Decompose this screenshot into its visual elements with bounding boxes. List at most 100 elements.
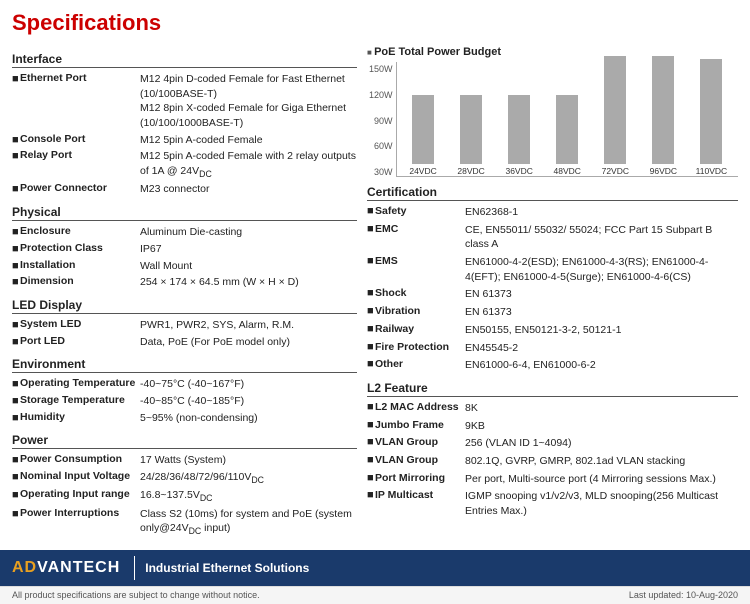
- bullet-icon: ■: [12, 150, 20, 162]
- bullet-icon: ■: [367, 341, 375, 353]
- value-nominal-voltage: 24/28/36/48/72/96/110VDC: [140, 470, 357, 486]
- bullet-icon: ■: [367, 305, 375, 317]
- spec-safety: ■ Safety EN62368-1: [367, 205, 738, 220]
- section-certification: Certification: [367, 185, 738, 201]
- value-other: EN61000-6-4, EN61000-6-2: [465, 358, 738, 373]
- bar-36vdc-label: 36VDC: [505, 166, 532, 176]
- label-nominal-voltage: Nominal Input Voltage: [20, 470, 140, 482]
- value-jumbo-frame: 9KB: [465, 419, 738, 434]
- spec-shock: ■ Shock EN 61373: [367, 287, 738, 302]
- spec-vibration: ■ Vibration EN 61373: [367, 305, 738, 320]
- spec-op-range: ■ Operating Input range 16.8~137.5VDC: [12, 488, 357, 504]
- label-st-temp: Storage Temperature: [20, 394, 140, 406]
- bullet-icon: ■: [367, 472, 375, 484]
- value-emc: CE, EN55011/ 55032/ 55024; FCC Part 15 S…: [465, 223, 738, 252]
- y-label-60: 60W: [369, 141, 393, 151]
- bar-96vdc: 96VDC: [641, 56, 686, 176]
- value-op-range: 16.8~137.5VDC: [140, 488, 357, 504]
- value-ethernet-port: M12 4pin D-coded Female for Fast Etherne…: [140, 72, 357, 131]
- bar-96vdc-rect: [652, 56, 674, 164]
- bar-48vdc-rect: [556, 95, 578, 164]
- bullet-icon: ■: [12, 276, 20, 288]
- value-enclosure: Aluminum Die-casting: [140, 225, 357, 240]
- footer-logo: ADVANTECH: [12, 559, 120, 577]
- logo-vantech: VANTECH: [37, 559, 120, 576]
- label-protection: Protection Class: [20, 242, 140, 254]
- spec-l2-mac: ■ L2 MAC Address 8K: [367, 401, 738, 416]
- bar-28vdc-rect: [460, 95, 482, 164]
- label-op-temp: Operating Temperature: [20, 377, 140, 389]
- spec-protection: ■ Protection Class IP67: [12, 242, 357, 257]
- bullet-icon: ■: [367, 255, 375, 267]
- value-fire-protection: EN45545-2: [465, 341, 738, 356]
- value-protection: IP67: [140, 242, 357, 257]
- spec-port-led: ■ Port LED Data, PoE (For PoE model only…: [12, 335, 357, 350]
- bar-28vdc: 28VDC: [449, 95, 494, 176]
- value-dimension: 254 × 174 × 64.5 mm (W × H × D): [140, 275, 357, 290]
- bar-48vdc: 48VDC: [545, 95, 590, 176]
- bar-110vdc-label: 110VDC: [696, 166, 728, 176]
- value-power-int: Class S2 (10ms) for system and PoE (syst…: [140, 507, 357, 538]
- value-st-temp: -40~85°C (-40~185°F): [140, 394, 357, 409]
- bullet-icon: ■: [12, 319, 20, 331]
- y-label-150: 150W: [369, 64, 393, 74]
- bar-28vdc-label: 28VDC: [457, 166, 484, 176]
- bullet-icon: ■: [12, 226, 20, 238]
- value-vlan-group-2: 802.1Q, GVRP, GMRP, 802.1ad VLAN stackin…: [465, 454, 738, 469]
- label-ems: EMS: [375, 255, 465, 267]
- bullet-icon: ■: [12, 412, 20, 424]
- label-vibration: Vibration: [375, 305, 465, 317]
- spec-system-led: ■ System LED PWR1, PWR2, SYS, Alarm, R.M…: [12, 318, 357, 333]
- bullet-icon: ■: [367, 401, 375, 413]
- bullet-icon: ■: [367, 358, 375, 370]
- spec-console-port: ■ Console Port M12 5pin A-coded Female: [12, 133, 357, 148]
- bar-36vdc: 36VDC: [497, 95, 542, 176]
- section-l2: L2 Feature: [367, 381, 738, 397]
- label-power-connector: Power Connector: [20, 182, 140, 194]
- bullet-icon: ■: [367, 489, 375, 501]
- bullet-icon: ■: [367, 205, 375, 217]
- label-l2-mac: L2 MAC Address: [375, 401, 465, 413]
- value-port-led: Data, PoE (For PoE model only): [140, 335, 357, 350]
- footer: ADVANTECH Industrial Ethernet Solutions: [0, 550, 750, 586]
- left-column: Interface ■ Ethernet Port M12 4pin D-cod…: [12, 44, 357, 540]
- section-interface: Interface: [12, 52, 357, 68]
- label-ip-multicast: IP Multicast: [375, 489, 465, 501]
- footer-bottom: All product specifications are subject t…: [0, 586, 750, 604]
- value-console-port: M12 5pin A-coded Female: [140, 133, 357, 148]
- bar-72vdc-label: 72VDC: [602, 166, 629, 176]
- bar-96vdc-label: 96VDC: [650, 166, 677, 176]
- spec-power-int: ■ Power Interruptions Class S2 (10ms) fo…: [12, 507, 357, 538]
- value-shock: EN 61373: [465, 287, 738, 302]
- value-vibration: EN 61373: [465, 305, 738, 320]
- label-installation: Installation: [20, 259, 140, 271]
- bullet-icon: ■: [367, 436, 375, 448]
- bullet-icon: ■: [367, 419, 375, 431]
- y-label-90: 90W: [369, 116, 393, 126]
- spec-op-temp: ■ Operating Temperature -40~75°C (-40~16…: [12, 377, 357, 392]
- value-ip-multicast: IGMP snooping v1/v2/v3, MLD snooping(256…: [465, 489, 738, 518]
- bullet-icon: ■: [367, 323, 375, 335]
- value-humidity: 5~95% (non-condensing): [140, 411, 357, 426]
- label-vlan-group-1: VLAN Group: [375, 436, 465, 448]
- bullet-icon: ■: [12, 395, 20, 407]
- label-op-range: Operating Input range: [20, 488, 140, 500]
- bar-110vdc: 110VDC: [689, 59, 734, 176]
- bar-36vdc-rect: [508, 95, 530, 164]
- spec-railway: ■ Railway EN50155, EN50121-3-2, 50121-1: [367, 323, 738, 338]
- bullet-icon: ■: [12, 243, 20, 255]
- bar-24vdc: 24VDC: [401, 95, 446, 176]
- spec-relay-port: ■ Relay Port M12 5pin A-coded Female wit…: [12, 149, 357, 180]
- spec-power-consumption: ■ Power Consumption 17 Watts (System): [12, 453, 357, 468]
- label-enclosure: Enclosure: [20, 225, 140, 237]
- section-environment: Environment: [12, 357, 357, 373]
- label-ethernet-port: Ethernet Port: [20, 72, 140, 84]
- label-port-led: Port LED: [20, 335, 140, 347]
- label-system-led: System LED: [20, 318, 140, 330]
- spec-fire-protection: ■ Fire Protection EN45545-2: [367, 341, 738, 356]
- label-console-port: Console Port: [20, 133, 140, 145]
- spec-nominal-voltage: ■ Nominal Input Voltage 24/28/36/48/72/9…: [12, 470, 357, 486]
- value-relay-port: M12 5pin A-coded Female with 2 relay out…: [140, 149, 357, 180]
- bullet-icon: ■: [12, 336, 20, 348]
- value-power-connector: M23 connector: [140, 182, 357, 197]
